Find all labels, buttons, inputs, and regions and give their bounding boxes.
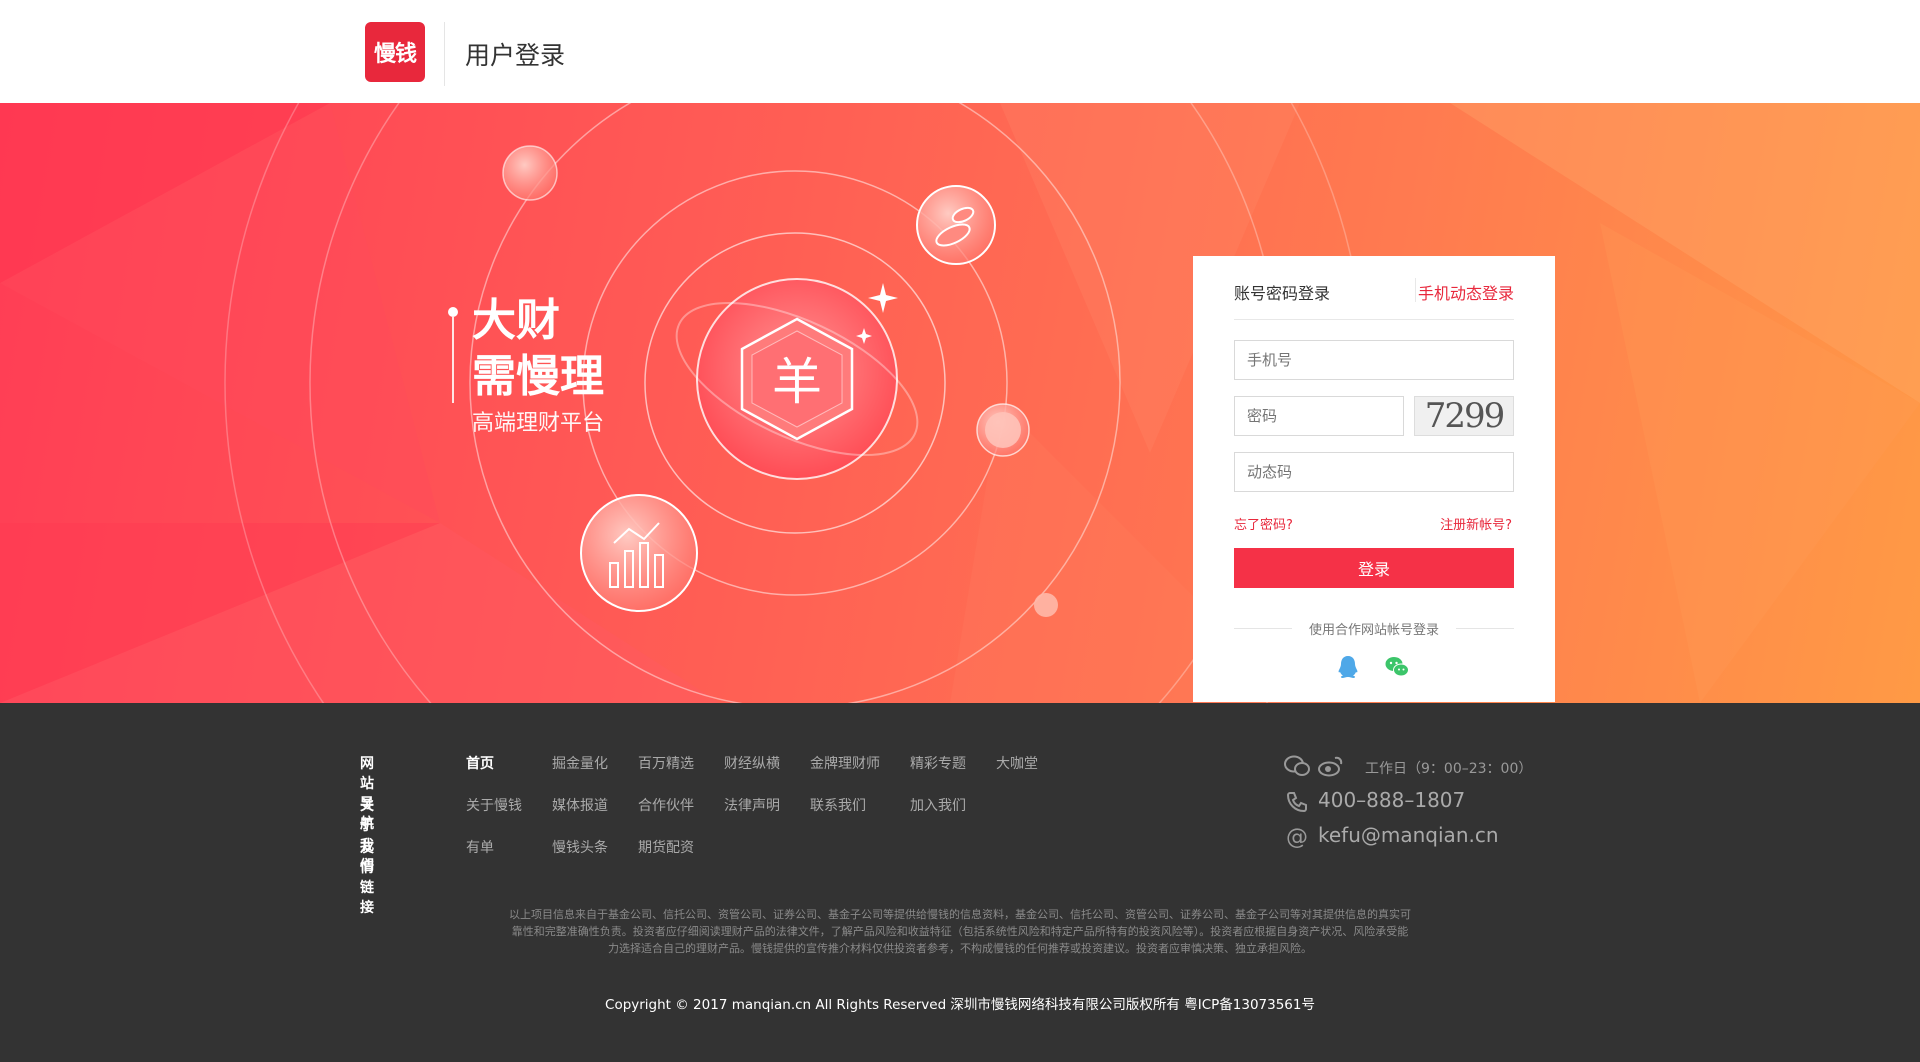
divider-right: [1456, 628, 1514, 629]
slogan-line-1: 大财: [472, 295, 560, 346]
nav-link-quant[interactable]: 掘金量化: [552, 753, 608, 773]
nav-link-legal[interactable]: 法律声明: [724, 795, 780, 815]
header: 慢钱 用户登录: [0, 0, 1920, 103]
phone-icon: [1286, 792, 1307, 813]
dynamic-code-input[interactable]: [1234, 452, 1514, 492]
service-phone: 400–888–1807: [1318, 788, 1466, 812]
manqian-logo[interactable]: 慢钱: [365, 22, 425, 82]
nav-link-media[interactable]: 媒体报道: [552, 795, 608, 815]
disclaimer-line: 以上项目信息来自于基金公司、信托公司、资管公司、证券公司、基金子公司等提供给慢钱…: [509, 908, 1411, 921]
footer: 网站导航 首页 掘金量化 百万精选 财经纵横 金牌理财师 精彩专题 大咖堂 关于…: [0, 703, 1920, 1062]
nav-heading-links: 友情链接: [360, 840, 374, 916]
captcha-image[interactable]: 7299: [1414, 396, 1514, 436]
nav-link-partners[interactable]: 合作伙伴: [638, 795, 694, 815]
hero-illustration: 羊: [0, 103, 1920, 703]
service-email[interactable]: kefu@manqian.cn: [1318, 823, 1499, 847]
nav-link-headlines[interactable]: 慢钱头条: [552, 837, 608, 857]
qq-icon[interactable]: [1335, 654, 1361, 680]
nav-link-advisor[interactable]: 金牌理财师: [810, 753, 880, 773]
nav-link-finance[interactable]: 财经纵横: [724, 753, 780, 773]
hero-banner: 羊 大财 需慢理 高端理财平台 账号密码登录 手机动态登录 729: [0, 103, 1920, 703]
login-button[interactable]: 登录: [1234, 548, 1514, 588]
nav-link-topics[interactable]: 精彩专题: [910, 753, 966, 773]
disclaimer-line: 力选择适合自己的理财产品。慢钱提供的宣传推介材料仅供投资者参考，不构成慢钱的任何…: [608, 942, 1312, 955]
slogan: 大财 需慢理 高端理财平台: [448, 293, 605, 441]
nav-link-join[interactable]: 加入我们: [910, 795, 966, 815]
slogan-line: [452, 317, 454, 403]
wechat-icon[interactable]: [1284, 755, 1310, 777]
nav-link-about[interactable]: 关于慢钱: [466, 795, 522, 815]
nav-link-select[interactable]: 百万精选: [638, 753, 694, 773]
forgot-password-link[interactable]: 忘了密码?: [1234, 514, 1293, 533]
nav-link-home[interactable]: 首页: [466, 753, 494, 773]
slogan-subtitle: 高端理财平台: [472, 411, 605, 436]
slogan-line-2: 需慢理: [472, 351, 604, 402]
header-divider: [444, 22, 445, 86]
tab-account-password[interactable]: 账号密码登录: [1234, 280, 1330, 304]
tab-phone-dynamic[interactable]: 手机动态登录: [1418, 280, 1514, 304]
register-link[interactable]: 注册新帐号?: [1440, 514, 1512, 533]
nav-link-futures[interactable]: 期货配资: [638, 837, 694, 857]
disclaimer-line: 靠性和完整准确性负责。投资者应仔细阅读理财产品的法律文件，了解产品风险和收益特征…: [511, 925, 1409, 938]
svg-text:@: @: [1286, 825, 1308, 849]
weibo-icon[interactable]: [1318, 755, 1344, 777]
phone-input[interactable]: [1234, 340, 1514, 380]
login-panel: 账号密码登录 手机动态登录 7299 忘了密码? 注册新帐号? 登录 使用合作网…: [1193, 256, 1555, 702]
password-input[interactable]: [1234, 396, 1404, 436]
slogan-dot: [448, 307, 458, 317]
service-hours: 工作日（9：00–23：00）: [1365, 761, 1533, 777]
copyright: Copyright © 2017 manqian.cn All Rights R…: [605, 997, 1315, 1013]
disclaimer: 以上项目信息来自于基金公司、信托公司、资管公司、证券公司、基金子公司等提供给慢钱…: [460, 906, 1460, 957]
email-at-icon: @: [1286, 825, 1308, 849]
page-title: 用户登录: [465, 41, 566, 70]
nav-link-experts[interactable]: 大咖堂: [996, 753, 1038, 773]
login-tabs: 账号密码登录 手机动态登录: [1234, 256, 1514, 320]
nav-link-youdan[interactable]: 有单: [466, 837, 494, 857]
svg-text:羊: 羊: [772, 353, 822, 411]
nav-link-contact[interactable]: 联系我们: [810, 795, 866, 815]
wechat-icon[interactable]: [1384, 654, 1410, 680]
tab-separator: [1415, 278, 1416, 302]
